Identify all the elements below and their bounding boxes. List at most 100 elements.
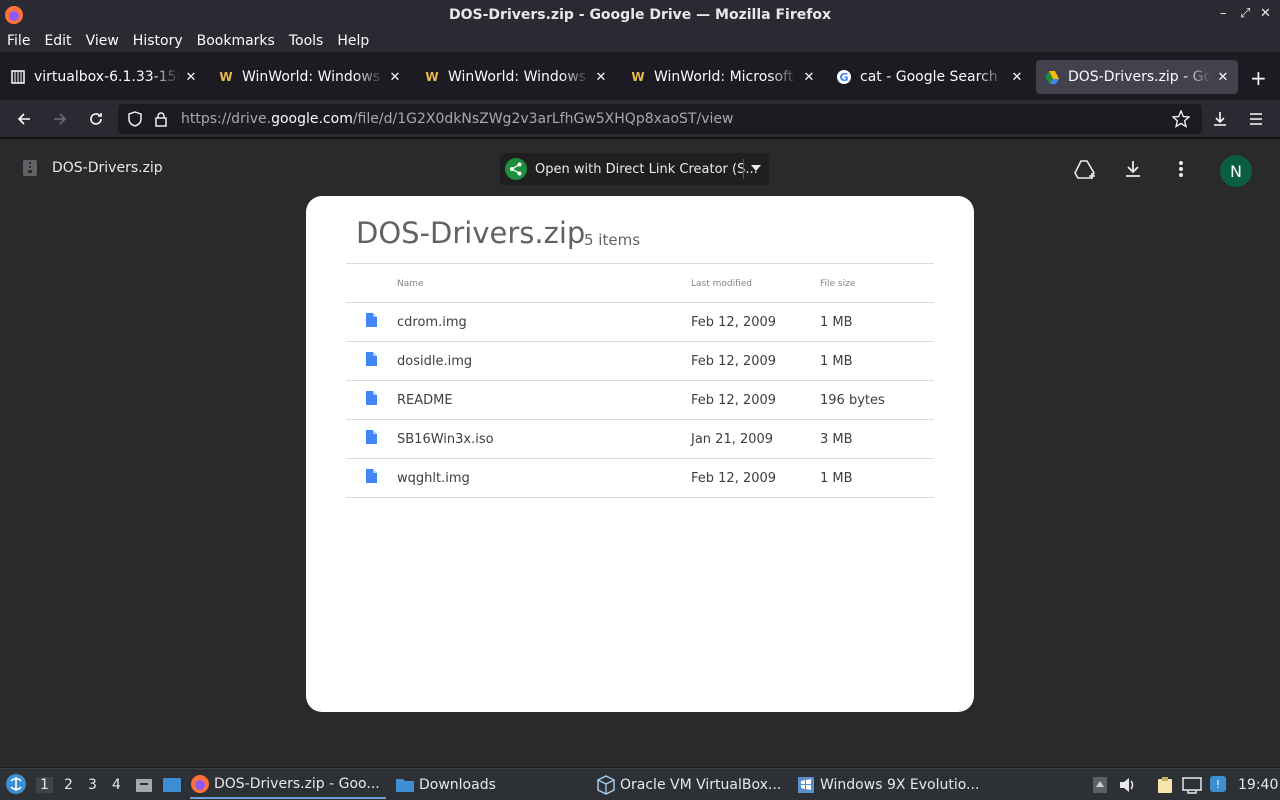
- downloads-icon[interactable]: [1209, 108, 1231, 130]
- back-icon[interactable]: [13, 108, 35, 130]
- menu-view[interactable]: View: [86, 33, 119, 49]
- file-icon: [366, 352, 377, 366]
- winworld-icon: W: [425, 70, 439, 84]
- more-options-icon[interactable]: [1177, 160, 1185, 178]
- task-downloads[interactable]: Downloads: [395, 771, 587, 799]
- open-with-button[interactable]: Open with Direct Link Creator (S...: [500, 153, 769, 185]
- navigation-toolbar: https://drive.google.com/file/d/1G2X0dkN…: [0, 100, 1280, 138]
- drive-preview-header: DOS-Drivers.zip Open with Direct Link Cr…: [0, 139, 1280, 197]
- tab-label: WinWorld: Windows 1.0: [242, 69, 384, 85]
- shield-icon[interactable]: [127, 111, 143, 127]
- task-label: Downloads: [419, 777, 496, 793]
- tab-google-search[interactable]: G cat - Google Search ✕: [828, 60, 1032, 94]
- svg-text:G: G: [839, 71, 848, 84]
- workspace-1[interactable]: 1: [36, 777, 53, 793]
- close-tab-icon[interactable]: ✕: [1010, 70, 1024, 85]
- url-text[interactable]: https://drive.google.com/file/d/1G2X0dkN…: [181, 111, 733, 127]
- tab-winworld-3[interactable]: W WinWorld: Microsoft M ✕: [622, 60, 824, 94]
- chevron-down-icon[interactable]: [751, 165, 761, 172]
- clock: 19:40: [1238, 777, 1279, 793]
- url-bar[interactable]: https://drive.google.com/file/d/1G2X0dkN…: [118, 104, 1202, 134]
- menu-tools[interactable]: Tools: [289, 33, 324, 49]
- tray-arrow-icon[interactable]: [1092, 776, 1108, 794]
- tab-winworld-2[interactable]: W WinWorld: Windows 1.0 ✕: [416, 60, 616, 94]
- clipboard-icon[interactable]: [1156, 776, 1174, 794]
- file-name[interactable]: cdrom.img: [397, 315, 467, 330]
- tab-label: WinWorld: Windows 1.0: [448, 69, 590, 85]
- virtualbox-icon: [597, 775, 615, 795]
- hamburger-menu-icon[interactable]: [1245, 108, 1267, 130]
- page-content: DOS-Drivers.zip Open with Direct Link Cr…: [0, 139, 1280, 767]
- firefox-logo-icon: [5, 6, 23, 24]
- table-row[interactable]: README Feb 12, 2009 196 bytes: [346, 381, 934, 420]
- file-size: 1 MB: [820, 315, 853, 330]
- workspace-2[interactable]: 2: [64, 777, 73, 793]
- tab-drive[interactable]: DOS-Drivers.zip - Google ✕: [1036, 60, 1238, 94]
- minimize-icon[interactable]: –: [1220, 6, 1227, 21]
- forward-icon[interactable]: [49, 108, 71, 130]
- close-tab-icon[interactable]: ✕: [1216, 70, 1230, 85]
- menu-bar: File Edit View History Bookmarks Tools H…: [0, 30, 1280, 52]
- file-size: 196 bytes: [820, 393, 885, 408]
- column-modified: Last modified: [691, 279, 753, 289]
- file-name[interactable]: dosidle.img: [397, 354, 472, 369]
- new-tab-icon[interactable]: +: [1250, 66, 1267, 90]
- task-firefox[interactable]: DOS-Drivers.zip - Goo...: [190, 771, 386, 799]
- table-row[interactable]: dosidle.img Feb 12, 2009 1 MB: [346, 342, 934, 381]
- archive-title: DOS-Drivers.zip: [356, 216, 586, 250]
- download-icon[interactable]: [1124, 160, 1142, 178]
- volume-icon[interactable]: [1118, 776, 1136, 794]
- windows-icon: [798, 777, 814, 793]
- file-size: 3 MB: [820, 432, 853, 447]
- tab-virtualbox[interactable]: virtualbox-6.1.33-1505 ✕: [2, 60, 206, 94]
- file-manager-launcher-icon[interactable]: [135, 776, 153, 794]
- archive-icon: [10, 69, 26, 85]
- menu-help[interactable]: Help: [337, 33, 369, 49]
- restore-icon[interactable]: ⤢: [1240, 6, 1250, 21]
- file-title: DOS-Drivers.zip: [52, 160, 163, 176]
- menu-bookmarks[interactable]: Bookmarks: [197, 33, 275, 49]
- file-icon: [366, 313, 377, 327]
- add-to-drive-icon[interactable]: [1073, 159, 1097, 181]
- menu-file[interactable]: File: [7, 33, 30, 49]
- file-name[interactable]: wqghlt.img: [397, 471, 470, 486]
- close-tab-icon[interactable]: ✕: [388, 70, 402, 85]
- task-windows-9x[interactable]: Windows 9X Evolutio...: [796, 771, 988, 799]
- workspace-4[interactable]: 4: [112, 777, 121, 793]
- file-size: 1 MB: [820, 471, 853, 486]
- table-row[interactable]: cdrom.img Feb 12, 2009 1 MB: [346, 303, 934, 342]
- window-title: DOS-Drivers.zip - Google Drive — Mozilla…: [449, 7, 831, 23]
- archive-preview-card: DOS-Drivers.zip 5 items Name Last modifi…: [306, 196, 974, 712]
- workspace-3[interactable]: 3: [88, 777, 97, 793]
- avatar[interactable]: N: [1220, 155, 1252, 187]
- column-size: File size: [820, 279, 856, 289]
- notification-icon[interactable]: !: [1209, 775, 1227, 793]
- tab-winworld-1[interactable]: W WinWorld: Windows 1.0 ✕: [210, 60, 410, 94]
- firefox-icon: [191, 775, 209, 793]
- close-tab-icon[interactable]: ✕: [802, 70, 816, 85]
- file-size: 1 MB: [820, 354, 853, 369]
- drive-icon: [1044, 69, 1060, 85]
- tab-label: DOS-Drivers.zip - Google: [1068, 69, 1212, 85]
- start-menu-icon[interactable]: [5, 773, 27, 795]
- reload-icon[interactable]: [85, 108, 107, 130]
- taskbar: 1 2 3 4 DOS-Drivers.zip - Goo... Downloa…: [0, 768, 1280, 800]
- winworld-icon: W: [631, 70, 645, 84]
- file-icon: [366, 430, 377, 444]
- network-icon[interactable]: [1182, 776, 1202, 794]
- table-row[interactable]: SB16Win3x.iso Jan 21, 2009 3 MB: [346, 420, 934, 459]
- menu-edit[interactable]: Edit: [44, 33, 71, 49]
- close-tab-icon[interactable]: ✕: [184, 70, 198, 85]
- file-modified: Jan 21, 2009: [691, 432, 774, 447]
- google-icon: G: [836, 69, 852, 85]
- lock-icon[interactable]: [154, 111, 168, 127]
- bookmark-star-icon[interactable]: [1172, 110, 1190, 128]
- file-name[interactable]: README: [397, 393, 453, 408]
- desktop-icon[interactable]: [162, 776, 182, 794]
- close-window-icon[interactable]: ✕: [1260, 6, 1271, 21]
- menu-history[interactable]: History: [133, 33, 183, 49]
- task-virtualbox[interactable]: Oracle VM VirtualBox...: [596, 771, 788, 799]
- table-row[interactable]: wqghlt.img Feb 12, 2009 1 MB: [346, 459, 934, 498]
- file-name[interactable]: SB16Win3x.iso: [397, 432, 494, 447]
- close-tab-icon[interactable]: ✕: [594, 70, 608, 85]
